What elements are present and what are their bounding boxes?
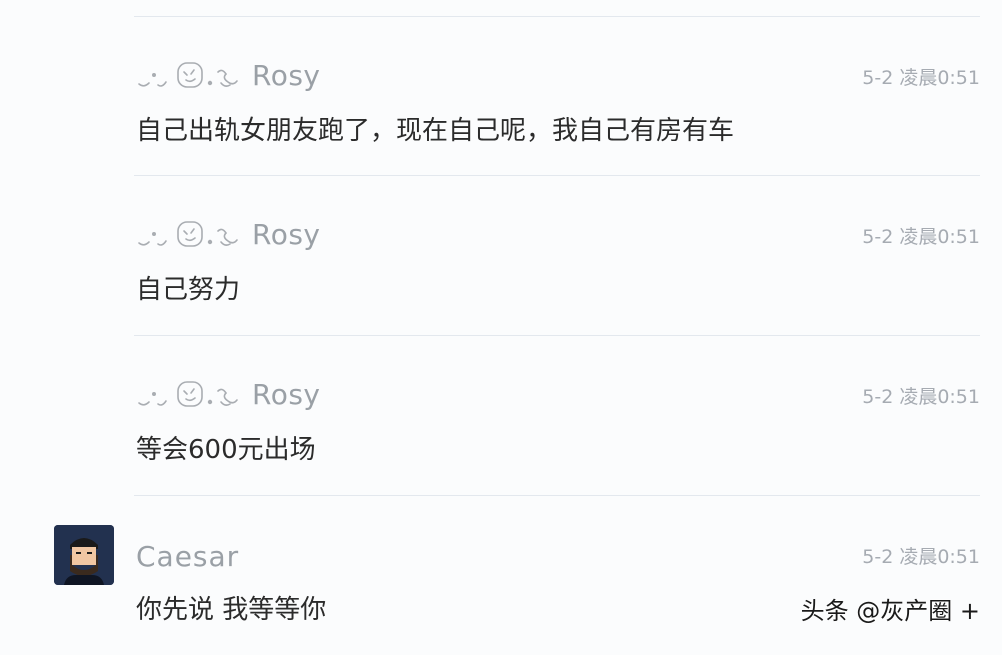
sender-name[interactable]: Rosy <box>252 378 321 411</box>
chat-message: Rosy 5-2 凌晨0:51 等会600元出场 <box>0 335 1002 495</box>
message-time: 5-2 凌晨0:51 <box>862 67 980 89</box>
message-text: 你先说 我等等你 <box>136 595 327 625</box>
message-text: 自己出轨女朋友跑了，现在自己呢，我自己有房有车 <box>136 116 735 146</box>
message-text: 自己努力 <box>136 275 241 305</box>
message-divider <box>134 16 980 17</box>
message-divider <box>134 335 980 336</box>
chat-message: Rosy 5-2 凌晨0:51 自己出轨女朋友跑了，现在自己呢，我自己有房有车 <box>0 16 1002 176</box>
doodle-decoration-icon <box>136 217 246 251</box>
message-time: 5-2 凌晨0:51 <box>862 226 980 248</box>
sender-name[interactable]: Rosy <box>252 218 321 251</box>
chat-message: Rosy 5-2 凌晨0:51 自己努力 <box>0 175 1002 335</box>
chat-message: Caesar 5-2 凌晨0:51 你先说 我等等你 <box>0 495 1002 655</box>
sender-block: Rosy <box>136 377 321 411</box>
message-time: 5-2 凌晨0:51 <box>862 546 980 568</box>
sender-name[interactable]: Caesar <box>136 540 239 573</box>
sender-block: Rosy <box>136 217 321 251</box>
avatar[interactable] <box>54 525 114 585</box>
sender-name[interactable]: Rosy <box>252 59 321 92</box>
message-text: 等会600元出场 <box>136 435 316 465</box>
message-divider <box>134 495 980 496</box>
sender-block: Rosy <box>136 58 321 92</box>
message-time: 5-2 凌晨0:51 <box>862 386 980 408</box>
message-divider <box>134 175 980 176</box>
doodle-decoration-icon <box>136 58 246 92</box>
watermark: 头条 @灰产圈 + <box>800 597 980 625</box>
doodle-decoration-icon <box>136 377 246 411</box>
